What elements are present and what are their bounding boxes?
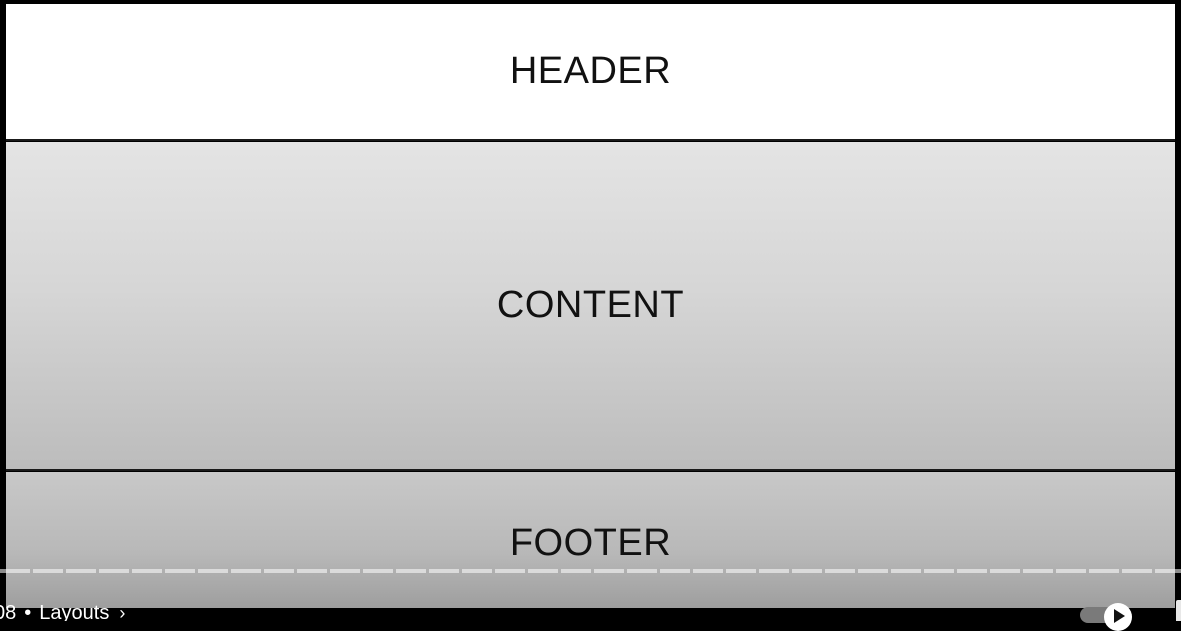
chapter-separator: •	[24, 602, 32, 621]
control-edge	[1176, 600, 1181, 621]
chapter-time: 08	[0, 602, 17, 621]
footer-label: FOOTER	[509, 522, 672, 564]
chevron-right-icon: ›	[119, 603, 126, 621]
content-label: CONTENT	[496, 284, 685, 326]
header-label: HEADER	[509, 50, 672, 92]
header-region: HEADER	[6, 4, 1175, 141]
chapter-link[interactable]: 08 • Layouts ›	[0, 600, 125, 621]
video-progress-bar[interactable]	[0, 569, 1181, 573]
autoplay-toggle[interactable]	[1080, 603, 1132, 631]
chapter-title: Layouts	[39, 602, 110, 621]
content-region: CONTENT	[6, 142, 1175, 471]
autoplay-knob	[1104, 603, 1132, 631]
slide-frame: HEADER CONTENT FOOTER	[6, 4, 1175, 608]
footer-region: FOOTER	[6, 472, 1175, 608]
